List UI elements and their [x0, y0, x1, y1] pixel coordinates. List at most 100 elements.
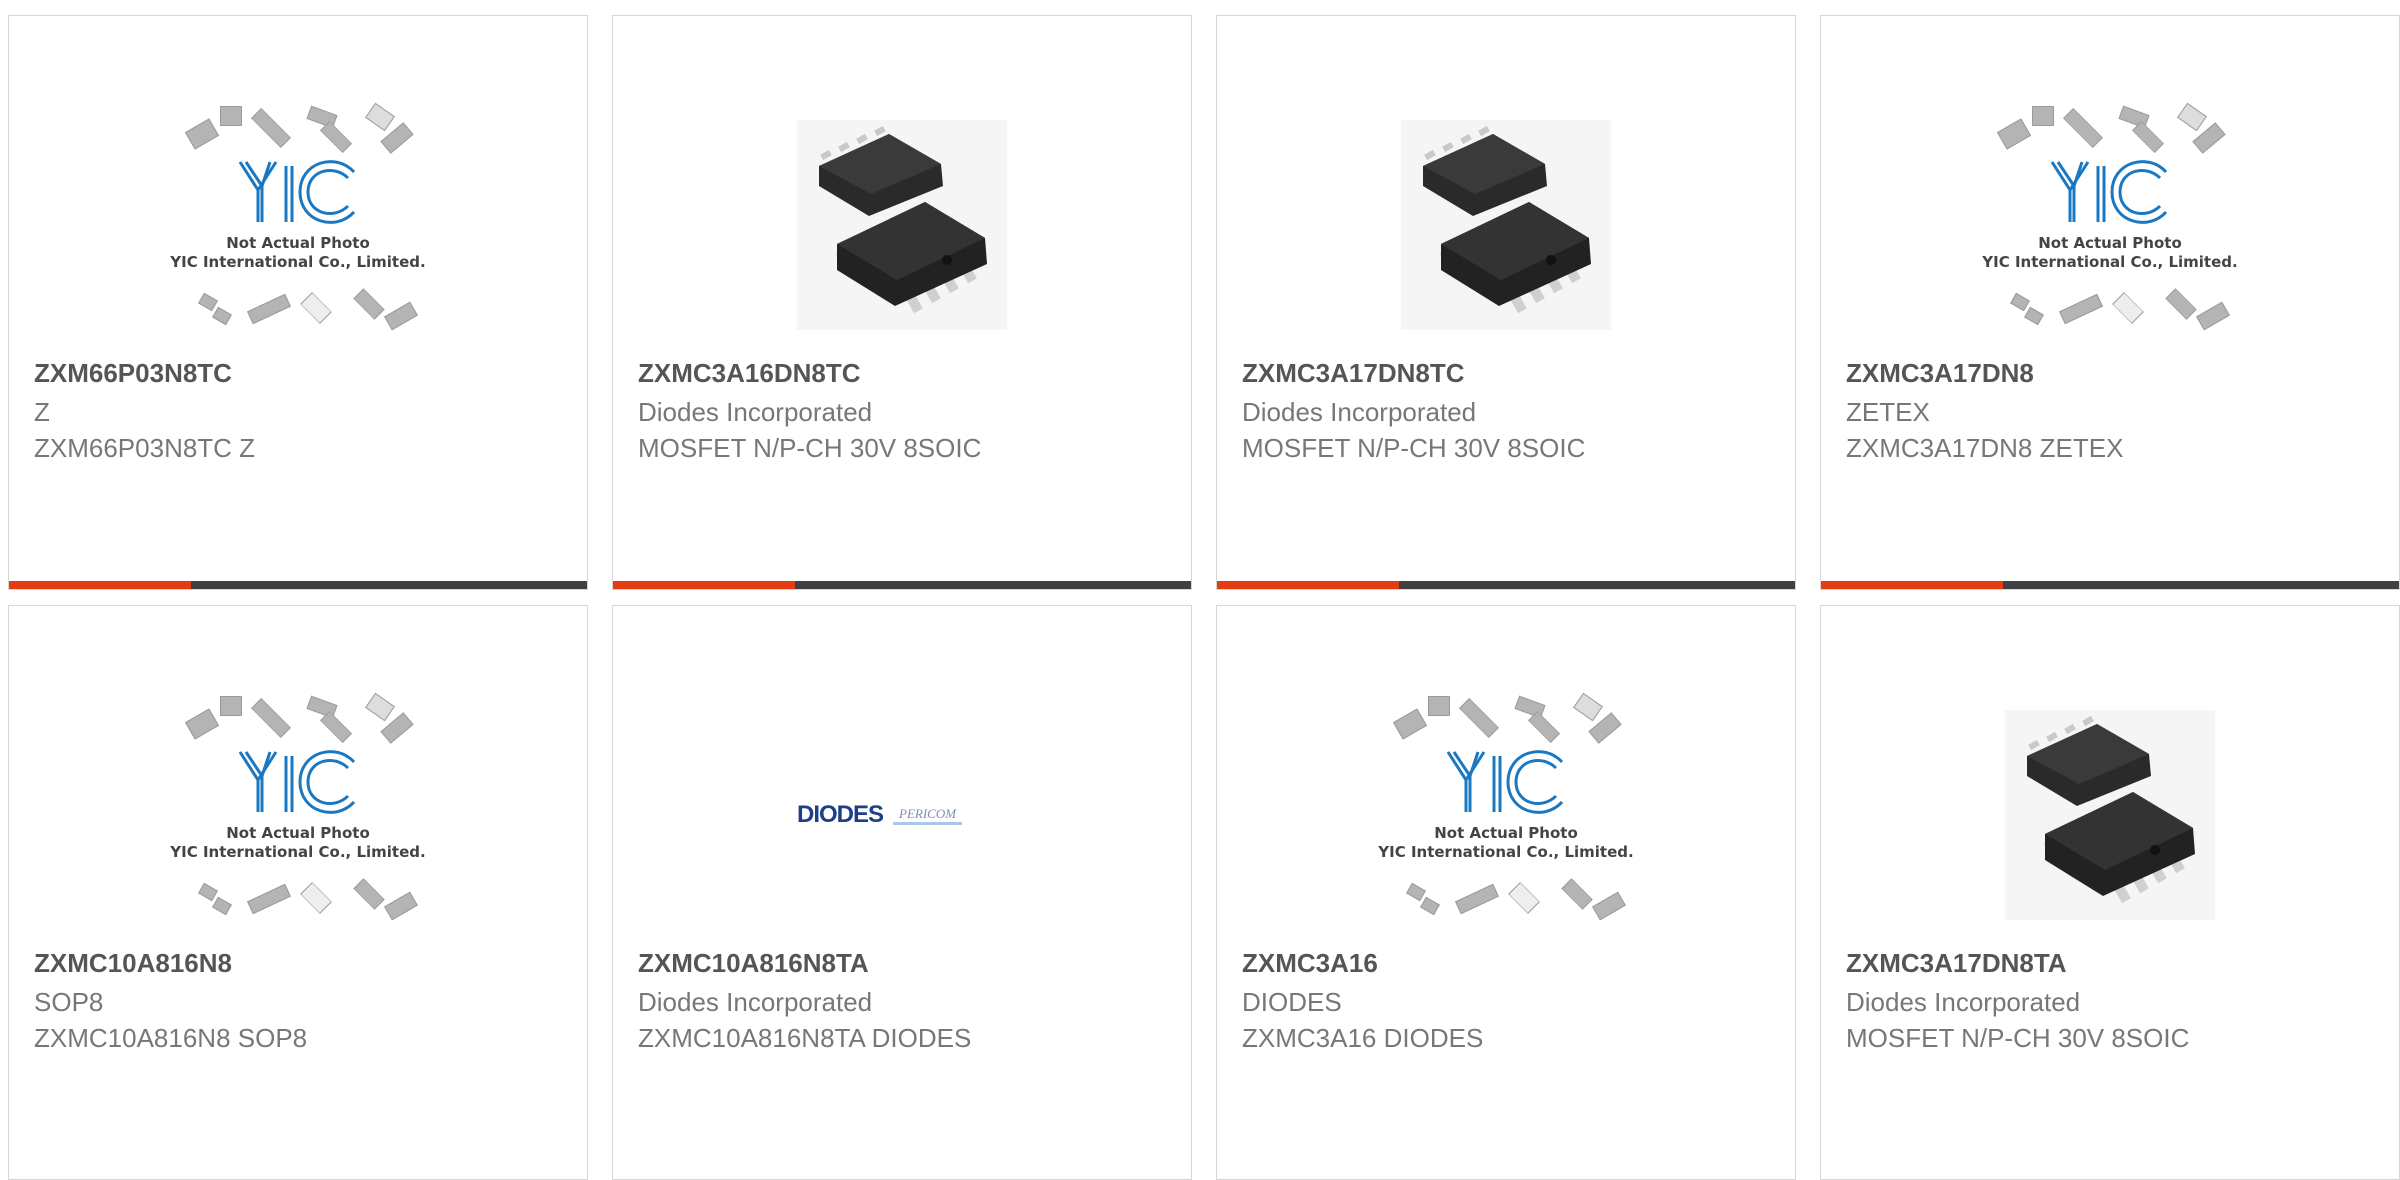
chip-icon — [353, 878, 385, 910]
product-image: Not Actual Photo YIC International Co., … — [1217, 686, 1795, 944]
chip-icon — [251, 108, 291, 148]
part-number[interactable]: ZXMC3A17DN8 — [1846, 358, 2034, 389]
product-card[interactable]: Not Actual Photo YIC International Co., … — [8, 605, 588, 1180]
product-card[interactable]: Not Actual Photo YIC International Co., … — [1820, 15, 2400, 590]
description: ZXMC10A816N8 SOP8 — [34, 1023, 308, 1053]
yic-logo-icon — [238, 750, 356, 814]
chip-icon — [198, 292, 218, 312]
chip-icon — [198, 882, 218, 902]
chip-icon — [1459, 698, 1499, 738]
part-number[interactable]: ZXMC3A16DN8TC — [638, 358, 861, 389]
chip-icon — [1428, 696, 1450, 716]
chip-icon — [2010, 292, 2030, 312]
card-bottom-bar — [613, 581, 1191, 589]
chip-icon — [300, 882, 332, 914]
product-card[interactable]: Not Actual Photo YIC International Co., … — [8, 15, 588, 590]
product-card[interactable]: ZXMC3A17DN8TC Diodes Incorporated MOSFET… — [1216, 15, 1796, 590]
product-image — [1217, 96, 1795, 354]
placeholder-line1: Not Actual Photo — [1434, 824, 1578, 842]
description: ZXMC3A16 DIODES — [1242, 1023, 1484, 1053]
chip-icon — [300, 292, 332, 324]
description: MOSFET N/P-CH 30V 8SOIC — [638, 433, 982, 463]
chip-icon — [320, 711, 352, 743]
chip-icon — [1455, 883, 1499, 915]
yic-logo-icon — [238, 160, 356, 224]
product-image — [613, 96, 1191, 354]
chip-icon — [384, 301, 418, 331]
chip-icon — [2059, 293, 2103, 325]
placeholder-line1: Not Actual Photo — [2038, 234, 2182, 252]
part-number[interactable]: ZXM66P03N8TC — [34, 358, 232, 389]
chip-icon — [2196, 301, 2230, 331]
product-card[interactable]: DIODES PERICOM ZXMC10A816N8TA Diodes Inc… — [612, 605, 1192, 1180]
description: ZXMC10A816N8TA DIODES — [638, 1023, 972, 1053]
chip-icon — [184, 708, 220, 740]
chip-icon — [1406, 882, 1426, 902]
product-card[interactable]: ZXMC3A16DN8TC Diodes Incorporated MOSFET… — [612, 15, 1192, 590]
product-card[interactable]: Not Actual Photo YIC International Co., … — [1216, 605, 1796, 1180]
description: ZXMC3A17DN8 ZETEX — [1846, 433, 2124, 463]
placeholder-line1: Not Actual Photo — [226, 234, 370, 252]
product-image: Not Actual Photo YIC International Co., … — [9, 96, 587, 354]
chip-icon — [2177, 102, 2207, 132]
chip-icon — [220, 696, 242, 716]
chip-icon — [247, 883, 291, 915]
yic-logo-icon — [2050, 160, 2168, 224]
chip-icon — [184, 118, 220, 150]
card-bottom-bar — [1217, 581, 1795, 589]
description: ZXM66P03N8TC Z — [34, 433, 256, 463]
chip-icon — [1573, 692, 1603, 722]
chip-icon — [2063, 108, 2103, 148]
chip-icon — [365, 692, 395, 722]
part-number[interactable]: ZXMC3A17DN8TC — [1242, 358, 1465, 389]
soic8-chip-icon — [797, 120, 1007, 330]
diodes-logo-text: DIODES — [797, 801, 884, 828]
product-card[interactable]: ZXMC3A17DN8TA Diodes Incorporated MOSFET… — [1820, 605, 2400, 1180]
chip-icon — [247, 293, 291, 325]
placeholder-image: Not Actual Photo YIC International Co., … — [1366, 686, 1646, 944]
placeholder-image: Not Actual Photo YIC International Co., … — [158, 686, 438, 944]
soic8-chip-icon — [1401, 120, 1611, 330]
placeholder-line2: YIC International Co., Limited. — [1378, 843, 1634, 861]
manufacturer: DIODES — [1242, 987, 1342, 1017]
pericom-logo-text: PERICOM — [893, 806, 963, 825]
chip-icon — [251, 698, 291, 738]
placeholder-line2: YIC International Co., Limited. — [1982, 253, 2238, 271]
placeholder-image: Not Actual Photo YIC International Co., … — [158, 96, 438, 354]
product-image: DIODES PERICOM — [613, 686, 1191, 944]
product-image — [1821, 686, 2399, 944]
placeholder-line2: YIC International Co., Limited. — [170, 253, 426, 271]
card-accent — [1217, 581, 1399, 589]
card-accent — [613, 581, 795, 589]
description: MOSFET N/P-CH 30V 8SOIC — [1242, 433, 1586, 463]
placeholder-image: Not Actual Photo YIC International Co., … — [1970, 96, 2250, 354]
chip-icon — [212, 896, 232, 916]
soic8-chip-icon — [2005, 710, 2215, 920]
chip-icon — [1528, 711, 1560, 743]
manufacturer: Diodes Incorporated — [638, 397, 873, 427]
chip-icon — [1392, 708, 1428, 740]
card-accent — [1821, 581, 2003, 589]
manufacturer: Diodes Incorporated — [1846, 987, 2081, 1017]
chip-icon — [2165, 288, 2197, 320]
chip-icon — [2132, 121, 2164, 153]
chip-icon — [353, 288, 385, 320]
manufacturer: Diodes Incorporated — [638, 987, 873, 1017]
chip-icon — [1508, 882, 1540, 914]
product-image: Not Actual Photo YIC International Co., … — [1821, 96, 2399, 354]
part-number[interactable]: ZXMC10A816N8TA — [638, 948, 869, 979]
manufacturer: ZETEX — [1846, 397, 1930, 427]
part-number[interactable]: ZXMC3A17DN8TA — [1846, 948, 2067, 979]
chip-icon — [220, 106, 242, 126]
yic-logo-icon — [1446, 750, 1564, 814]
placeholder-line2: YIC International Co., Limited. — [170, 843, 426, 861]
part-number[interactable]: ZXMC3A16 — [1242, 948, 1378, 979]
chip-icon — [320, 121, 352, 153]
manufacturer: Diodes Incorporated — [1242, 397, 1477, 427]
placeholder-line1: Not Actual Photo — [226, 824, 370, 842]
chip-icon — [2024, 306, 2044, 326]
card-accent — [9, 581, 191, 589]
part-number[interactable]: ZXMC10A816N8 — [34, 948, 232, 979]
chip-icon — [2032, 106, 2054, 126]
product-image: Not Actual Photo YIC International Co., … — [9, 686, 587, 944]
